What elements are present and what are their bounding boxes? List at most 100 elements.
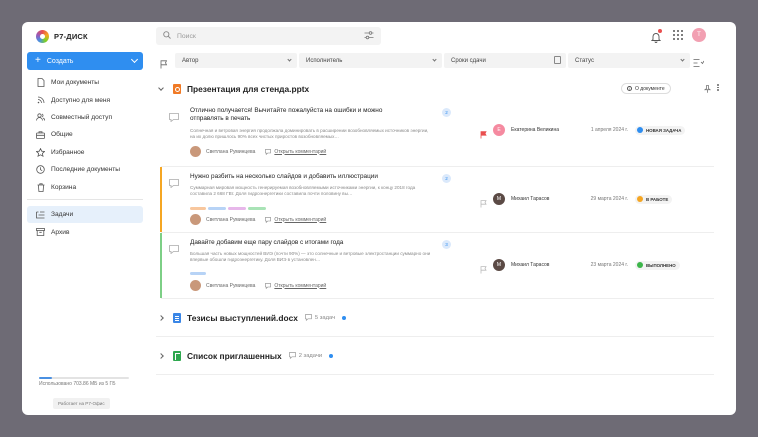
status-badge[interactable]: В РАБОТЕ	[635, 194, 673, 204]
pin-icon[interactable]	[703, 85, 712, 95]
chevron-down-icon[interactable]	[158, 85, 164, 91]
author-name: Светлана Руминцева	[206, 148, 256, 155]
chevron-down-icon[interactable]	[130, 55, 139, 64]
logo-icon	[36, 30, 49, 43]
logo-text: Р7-ДИСК	[54, 32, 88, 41]
task-count: 2 задачи	[288, 351, 334, 361]
sidebar-item-label: Корзина	[51, 183, 77, 191]
open-comment-label: Открыть комментарий	[274, 216, 327, 223]
group-header[interactable]: Тезисы выступлений.docx 5 задач	[156, 299, 714, 337]
status-dot-icon	[637, 262, 643, 268]
task-due-date: 23 марта 2024 г.	[590, 262, 628, 268]
open-comment-link[interactable]: Открыть комментарий	[265, 149, 326, 155]
flag-icon[interactable]	[160, 56, 168, 74]
create-button[interactable]: + Создать	[27, 52, 143, 70]
tag-chip[interactable]	[208, 207, 226, 210]
priority-flag-icon[interactable]	[480, 195, 487, 213]
sidebar-item-trash[interactable]: Корзина	[27, 178, 143, 195]
sidebar-item-shared-access[interactable]: Совместный доступ	[27, 109, 143, 126]
task-assignee[interactable]: М Михаил Тарасов	[493, 259, 549, 271]
sidebar-item-label: Мои документы	[51, 79, 100, 87]
sidebar: Р7-ДИСК + Создать Мои документы Доступно…	[22, 22, 150, 415]
bell-icon[interactable]	[650, 29, 662, 48]
sidebar-item-label: Доступно для меня	[51, 96, 111, 104]
task-row[interactable]: Давайте добавим еще пару слайдов с итога…	[160, 233, 714, 299]
tag-chip[interactable]	[190, 272, 206, 275]
comment-icon	[305, 313, 312, 323]
status-label: НОВАЯ ЗАДАЧА	[646, 127, 682, 133]
task-tags	[190, 207, 266, 210]
chevron-right-icon[interactable]	[158, 353, 164, 359]
tag-chip[interactable]	[228, 207, 246, 210]
status-filter[interactable]: Статус	[568, 53, 690, 68]
divider	[27, 199, 143, 200]
search-icon	[163, 31, 171, 41]
task-title[interactable]: Отлично получается! Вычитайте пожалуйста…	[190, 107, 405, 124]
storage-text: Использовано 703.86 МБ из 5 ГБ	[39, 381, 116, 387]
task-author: Светлана Руминцева Открыть комментарий	[190, 146, 326, 157]
task-title[interactable]: Нужно разбить на несколько слайдов и доб…	[190, 173, 405, 181]
task-description: Суммарная мировая мощность генерируемая …	[190, 185, 416, 196]
avatar: М	[493, 193, 505, 205]
open-comment-link[interactable]: Открыть комментарий	[265, 283, 326, 289]
task-assignee[interactable]: М Михаил Тарасов	[493, 193, 549, 205]
deadline-filter[interactable]: Сроки сдачи	[444, 53, 566, 68]
briefcase-icon	[36, 130, 45, 139]
group-header[interactable]: Презентация для стенда.pptx i О документ…	[156, 77, 719, 101]
priority-flag-icon[interactable]	[480, 261, 487, 279]
task-count: 5 задач	[305, 313, 347, 323]
open-comment-link[interactable]: Открыть комментарий	[265, 217, 326, 223]
task-count-label: 5 задач	[314, 315, 336, 321]
group-header[interactable]: Список приглашенных 2 задачи	[156, 337, 714, 375]
task-count-label: 2 задачи	[298, 353, 323, 359]
sidebar-item-common[interactable]: Общие	[27, 126, 143, 143]
chevron-right-icon[interactable]	[158, 315, 164, 321]
status-label: В РАБОТЕ	[646, 196, 669, 202]
status-stripe	[160, 167, 162, 232]
comment-count-badge: 2	[442, 108, 451, 117]
sliders-icon[interactable]	[364, 31, 374, 42]
more-vertical-icon[interactable]	[717, 84, 719, 92]
star-icon	[36, 147, 45, 157]
unread-dot	[329, 354, 334, 358]
notification-dot	[658, 29, 662, 33]
task-row[interactable]: Отлично получается! Вычитайте пожалуйста…	[161, 101, 714, 167]
sidebar-item-favorites[interactable]: Избранное	[27, 144, 143, 161]
chevron-down-icon	[287, 57, 292, 62]
deadline-filter-label: Сроки сдачи	[451, 57, 486, 64]
author-name: Светлана Руминцева	[206, 216, 256, 223]
open-comment-label: Открыть комментарий	[274, 282, 327, 289]
assignee-name: Екатерина Великина	[511, 127, 560, 133]
sidebar-item-archive[interactable]: Архив	[27, 223, 143, 240]
sidebar-item-shared-with-me[interactable]: Доступно для меня	[27, 91, 143, 108]
task-assignee[interactable]: Е Екатерина Великина	[493, 124, 559, 136]
tag-chip[interactable]	[248, 207, 266, 210]
sidebar-item-tasks[interactable]: Задачи	[27, 206, 143, 224]
nav-secondary: Задачи Архив	[27, 206, 143, 241]
user-avatar[interactable]: Т	[692, 28, 706, 42]
view-settings-icon[interactable]	[693, 55, 705, 73]
sidebar-item-recent[interactable]: Последние документы	[27, 161, 143, 178]
avatar: Е	[493, 124, 505, 136]
task-row[interactable]: Нужно разбить на несколько слайдов и доб…	[160, 167, 714, 233]
document-group: Презентация для стенда.pptx i О документ…	[156, 77, 719, 299]
document-icon	[36, 78, 45, 88]
logo[interactable]: Р7-ДИСК	[36, 30, 88, 43]
task-author: Светлана Руминцева Открыть комментарий	[190, 280, 326, 291]
group-title: Список приглашенных	[187, 351, 282, 361]
sidebar-item-label: Задачи	[51, 211, 74, 219]
tag-chip[interactable]	[190, 207, 206, 210]
assignee-filter[interactable]: Исполнитель	[299, 53, 442, 68]
task-title[interactable]: Давайте добавим еще пару слайдов с итога…	[190, 239, 405, 247]
about-document-button[interactable]: i О документе	[621, 83, 671, 94]
author-filter[interactable]: Автор	[175, 53, 297, 68]
works-on-button[interactable]: Работает на Р7-Офис	[53, 398, 110, 409]
task-due-date: 1 апреля 2024 г.	[590, 127, 628, 133]
status-badge[interactable]: НОВАЯ ЗАДАЧА	[635, 125, 686, 135]
status-badge[interactable]: ВЫПОЛНЕНО	[635, 260, 680, 270]
sidebar-item-my-documents[interactable]: Мои документы	[27, 74, 143, 91]
search-input[interactable]: Поиск	[156, 27, 381, 45]
docx-file-icon	[173, 313, 181, 323]
apps-grid-icon[interactable]	[673, 30, 683, 40]
priority-flag-icon[interactable]	[480, 126, 487, 144]
